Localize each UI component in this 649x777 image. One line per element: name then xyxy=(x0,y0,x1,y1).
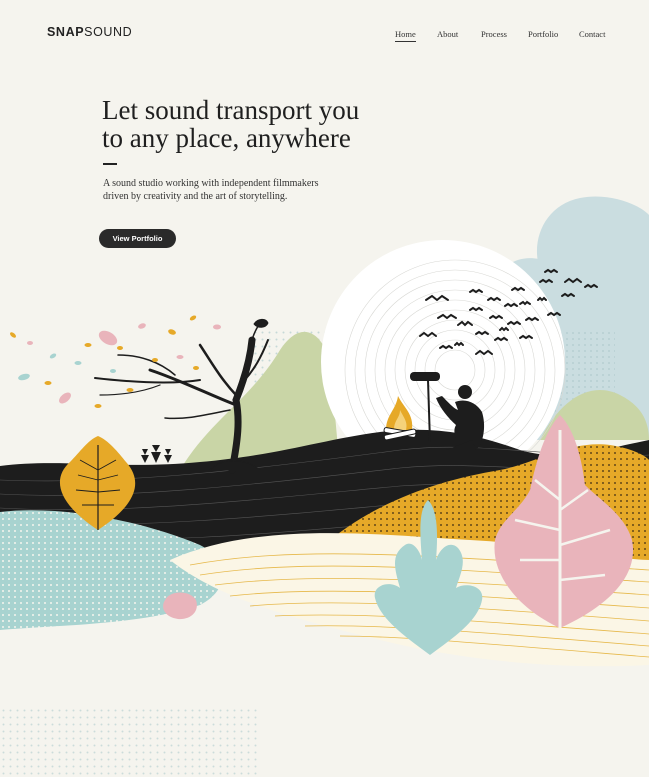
title-divider xyxy=(103,163,117,165)
hero-title-line-2: to any place, anywhere xyxy=(102,123,351,153)
hero-subtitle-line-1: A sound studio working with independent … xyxy=(103,178,319,189)
faint-dots-bottom xyxy=(0,705,260,777)
site-header: SNAPSOUND Home About Process Portfolio C… xyxy=(0,0,649,70)
tiny-pines xyxy=(141,445,172,463)
hero-subtitle: A sound studio working with independent … xyxy=(103,177,363,203)
nav-home[interactable]: Home xyxy=(395,29,416,42)
nav-about[interactable]: About xyxy=(437,29,458,39)
view-portfolio-button[interactable]: View Portfolio xyxy=(99,229,176,248)
hero-subtitle-line-2: driven by creativity and the art of stor… xyxy=(103,191,288,202)
nav-process[interactable]: Process xyxy=(481,29,507,39)
pink-blob xyxy=(163,592,197,620)
main-nav: Home About Process Portfolio Contact xyxy=(0,29,649,45)
nav-portfolio[interactable]: Portfolio xyxy=(528,29,558,39)
hero-title-line-1: Let sound transport you xyxy=(102,95,360,125)
nav-contact[interactable]: Contact xyxy=(579,29,605,39)
hero-title: Let sound transport you to any place, an… xyxy=(102,96,502,152)
